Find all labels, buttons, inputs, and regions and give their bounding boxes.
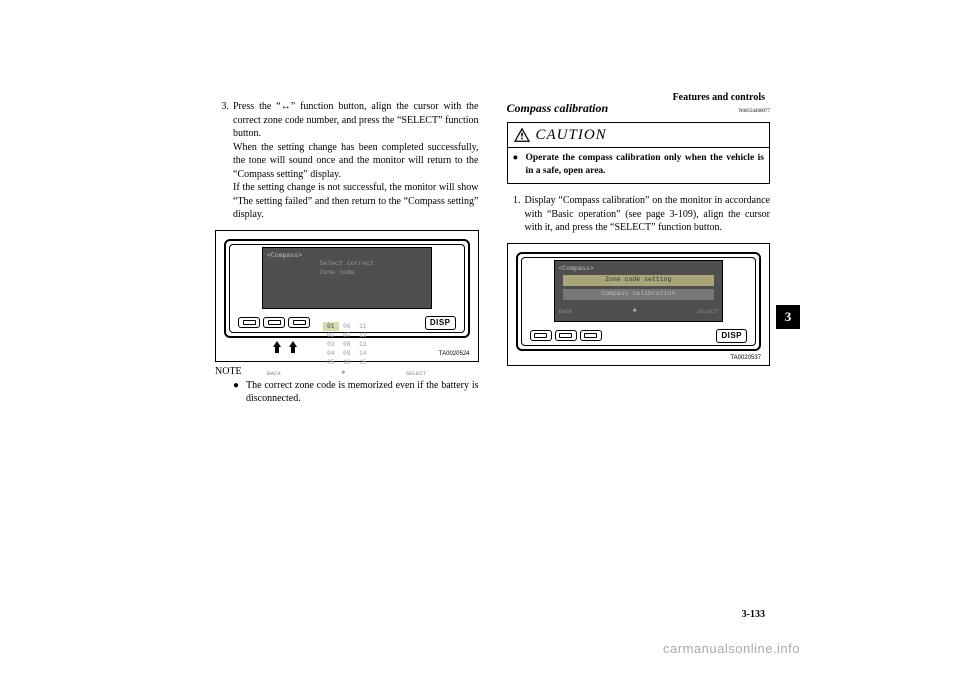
note-text: The correct zone code is memorized even … — [246, 379, 479, 406]
step-3-line2: When the setting change has been complet… — [233, 141, 479, 182]
left-column: 3. Press the “↔” function button, align … — [215, 100, 479, 638]
button-row: DISP — [528, 329, 750, 344]
monitor-screen: <Compass> Select correct zone code 01061… — [262, 247, 432, 309]
soft-button-1 — [530, 330, 552, 341]
screen-softbar: BACK ◆ SELECT — [267, 369, 427, 378]
figure-1: <Compass> Select correct zone code 01061… — [215, 230, 479, 363]
caution-text: Operate the compass calibration only whe… — [526, 152, 765, 178]
zone-cell: 06 — [339, 322, 355, 331]
device-bezel: <Compass> Select correct zone code 01061… — [224, 239, 470, 339]
chapter-tab: 3 — [776, 305, 800, 329]
watermark: carmanualsonline.info — [663, 641, 800, 656]
arrow-glyph: ↔ — [281, 101, 291, 112]
step-3-line1: Press the “↔” function button, align the… — [233, 100, 479, 141]
zone-cell: 15 — [355, 358, 371, 367]
step-3-line3: If the setting change is not successful,… — [233, 181, 479, 222]
step-3: 3. Press the “↔” function button, align … — [215, 100, 479, 222]
caution-header: CAUTION — [508, 123, 770, 148]
zone-cell: 09 — [339, 349, 355, 358]
screen-title: <Compass> — [559, 265, 719, 274]
zone-cell: 05 — [323, 358, 339, 367]
arrow-up-icon — [273, 341, 281, 347]
zone-cell: 04 — [323, 349, 339, 358]
subsection-title: Compass calibration — [507, 100, 609, 116]
section-header: Features and controls — [673, 92, 765, 103]
step-number: 1. — [507, 194, 521, 235]
soft-button-1 — [238, 317, 260, 328]
zone-cell: 11 — [355, 322, 371, 331]
zone-cell: 12 — [355, 331, 371, 340]
device-bezel: <Compass> Zone code setting Compass cali… — [516, 252, 762, 352]
soft-button-3 — [580, 330, 602, 341]
caution-triangle-icon — [514, 128, 530, 142]
zone-cell: 08 — [339, 340, 355, 349]
soft-button-2 — [555, 330, 577, 341]
step-body: Display “Compass calibration” on the mon… — [525, 194, 771, 235]
zone-cell: 01 — [323, 322, 339, 331]
step-1: 1. Display “Compass calibration” on the … — [507, 194, 771, 235]
zone-code-grid: 010611 020712 030813 040914 051015 — [323, 322, 371, 367]
zone-cell: 02 — [323, 331, 339, 340]
softbar-diamond-icon: ◆ — [633, 307, 637, 316]
caution-box: CAUTION ● Operate the compass calibratio… — [507, 122, 771, 184]
figure-code: TA0020537 — [516, 354, 762, 362]
step-body: Press the “↔” function button, align the… — [233, 100, 479, 222]
zone-cell: 10 — [339, 358, 355, 367]
softbar-back: BACK — [559, 308, 573, 316]
zone-cell: 14 — [355, 349, 371, 358]
note-bullet: ● The correct zone code is memorized eve… — [215, 379, 479, 406]
caution-body: ● Operate the compass calibration only w… — [508, 148, 770, 183]
disp-button: DISP — [425, 316, 456, 331]
caution-label: CAUTION — [536, 125, 607, 145]
zone-cell: 13 — [355, 340, 371, 349]
right-column: Compass calibration N00534400077 CAUTION… — [507, 100, 771, 638]
disp-button: DISP — [716, 329, 747, 344]
screen-title: <Compass> — [267, 252, 427, 261]
step-number: 3. — [215, 100, 229, 222]
bullet-icon: ● — [513, 152, 521, 178]
menu-item-calibration: Compass calibration — [563, 289, 715, 300]
subsection-code: N00534400077 — [739, 109, 770, 116]
menu-item-zone: Zone code setting — [563, 275, 715, 286]
arrow-up-icon — [289, 341, 297, 347]
softbar-back: BACK — [267, 370, 281, 378]
screen-softbar: BACK ◆ SELECT — [559, 307, 719, 316]
screen-prompt: Select correct zone code — [319, 260, 374, 314]
figure-2: <Compass> Zone code setting Compass cali… — [507, 243, 771, 367]
zone-cell: 07 — [339, 331, 355, 340]
soft-button-group — [530, 330, 602, 341]
page-number: 3-133 — [742, 609, 765, 620]
softbar-select: SELECT — [406, 370, 427, 378]
step-1-text: Display “Compass calibration” on the mon… — [525, 194, 771, 235]
softbar-diamond-icon: ◆ — [341, 369, 345, 378]
monitor-screen: <Compass> Zone code setting Compass cali… — [554, 260, 724, 322]
softbar-select: SELECT — [697, 308, 718, 316]
bullet-icon: ● — [233, 379, 241, 406]
zone-cell: 03 — [323, 340, 339, 349]
screen-body: Zone code setting Compass calibration — [559, 273, 719, 305]
page: Features and controls 3 3. Press the “↔”… — [0, 0, 960, 678]
